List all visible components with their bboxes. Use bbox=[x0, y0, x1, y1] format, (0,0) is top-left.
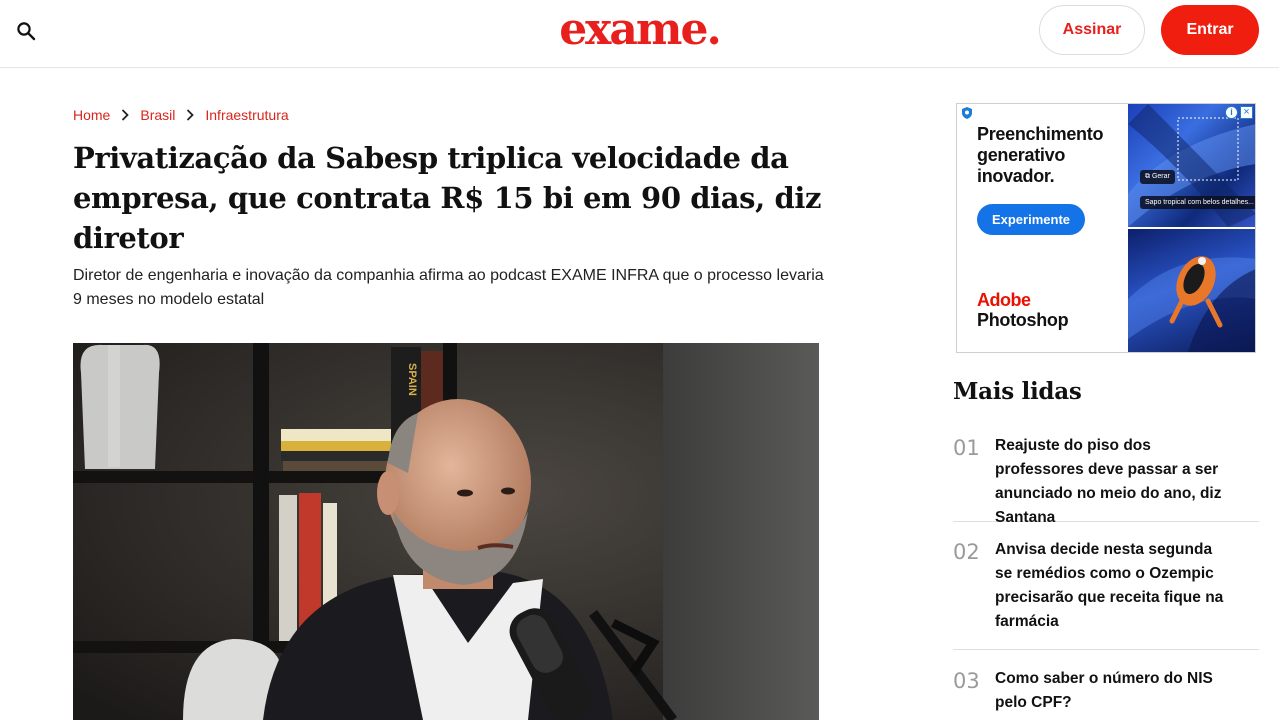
ad-image-frog bbox=[1128, 229, 1255, 352]
most-read-list: 01 Reajuste do piso dos professores deve… bbox=[953, 434, 1259, 720]
ad-text-panel: Preenchimento generativo inovador. Exper… bbox=[957, 104, 1127, 352]
most-read-number: 03 bbox=[953, 669, 980, 693]
most-read-number: 02 bbox=[953, 540, 980, 564]
ad-cta-button[interactable]: Experimente bbox=[977, 204, 1085, 235]
book-spine-text: SPAIN bbox=[406, 363, 418, 396]
breadcrumb: Home Brasil Infraestrutura bbox=[73, 104, 289, 126]
chevron-right-icon bbox=[110, 109, 140, 121]
search-icon bbox=[17, 22, 36, 41]
ad-generate-chip: ⧉ Gerar bbox=[1140, 170, 1175, 184]
article-headline: Privatização da Sabesp triplica velocida… bbox=[73, 141, 822, 255]
search-button[interactable] bbox=[12, 17, 40, 45]
breadcrumb-brasil[interactable]: Brasil bbox=[140, 107, 175, 123]
subscribe-button[interactable]: Assinar bbox=[1039, 5, 1145, 55]
most-read-item[interactable]: 02 Anvisa decide nesta segunda se remédi… bbox=[953, 522, 1259, 650]
ad-brand-photoshop: Photoshop bbox=[977, 310, 1069, 330]
most-read-link[interactable]: Como saber o número do NIS pelo CPF? bbox=[995, 667, 1259, 720]
ad-prompt-chip: Sapo tropical com belos detalhes... bbox=[1140, 196, 1255, 209]
ad-brand-adobe: Adobe bbox=[977, 290, 1031, 310]
article-subtitle: Diretor de engenharia e inovação da comp… bbox=[73, 267, 824, 308]
chevron-right-icon bbox=[175, 109, 205, 121]
adchoices-icon[interactable] bbox=[960, 106, 974, 120]
most-read-item[interactable]: 03 Como saber o número do NIS pelo CPF? bbox=[953, 650, 1259, 720]
site-logo-link[interactable]: exame. bbox=[559, 4, 722, 55]
site-header: exame. Assinar Entrar bbox=[0, 0, 1279, 68]
login-button[interactable]: Entrar bbox=[1161, 5, 1259, 55]
close-icon[interactable]: × bbox=[1240, 106, 1253, 119]
ad-headline: Preenchimento generativo inovador. bbox=[977, 124, 1104, 186]
article-hero-image: SPAIN bbox=[73, 343, 819, 720]
advertisement[interactable]: Preenchimento generativo inovador. Exper… bbox=[956, 103, 1256, 353]
most-read-number: 01 bbox=[953, 436, 980, 460]
ad-image-top: ⧉ Gerar Sapo tropical com belos detalhes… bbox=[1128, 104, 1255, 227]
most-read-item[interactable]: 01 Reajuste do piso dos professores deve… bbox=[953, 434, 1259, 526]
breadcrumb-infraestrutura[interactable]: Infraestrutura bbox=[205, 107, 288, 123]
most-read-link[interactable]: Reajuste do piso dos professores deve pa… bbox=[995, 434, 1259, 526]
breadcrumb-home[interactable]: Home bbox=[73, 107, 110, 123]
most-read-title: Mais lidas bbox=[953, 378, 1082, 405]
info-icon[interactable]: i bbox=[1225, 106, 1238, 119]
most-read-link[interactable]: Anvisa decide nesta segunda se remédios … bbox=[995, 538, 1259, 649]
generate-icon: ⧉ bbox=[1145, 173, 1152, 180]
